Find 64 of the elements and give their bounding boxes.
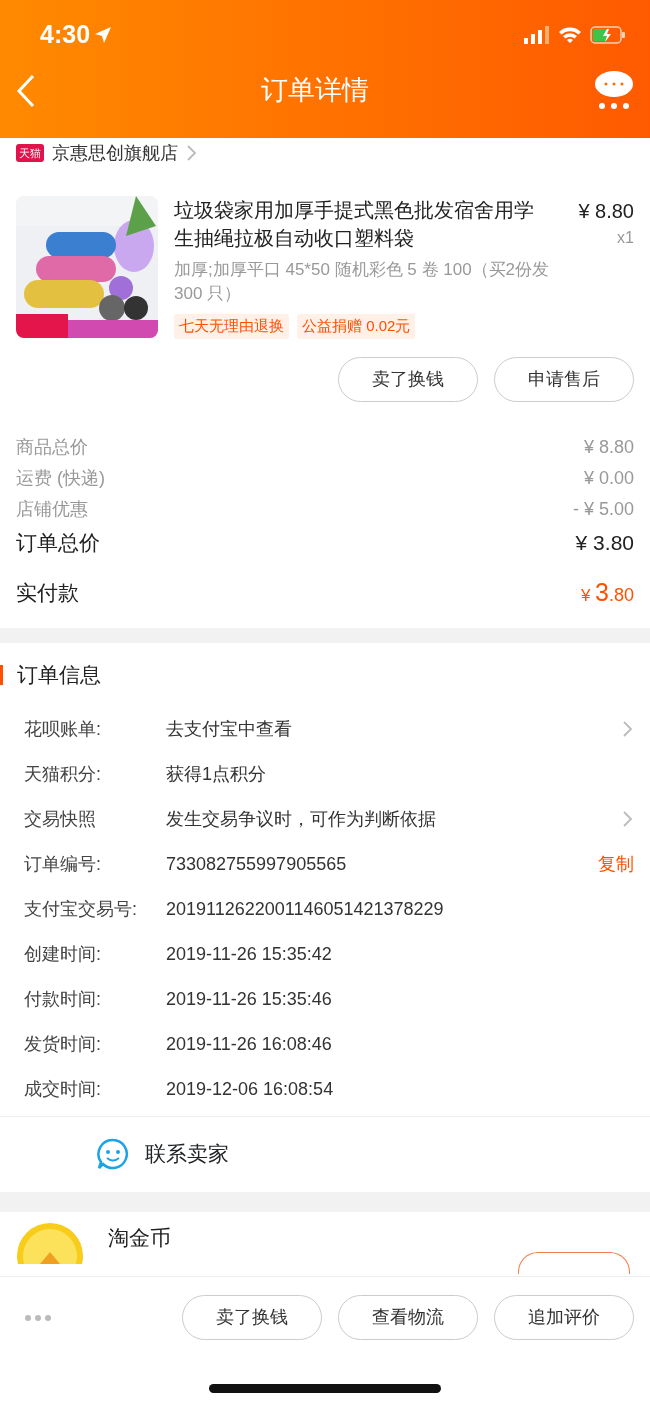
info-label: 订单编号:: [24, 852, 102, 876]
info-value: 2019112622001146051421378229: [166, 897, 445, 921]
info-link-row[interactable]: 交易快照 发生交易争议时，可作为判断依据: [16, 796, 634, 842]
product-spec: 加厚;加厚平口 45*50 随机彩色 5 卷 100（买2份发 300 只）: [174, 259, 551, 305]
info-label: 支付宝交易号:: [24, 897, 138, 921]
signal-icon: [524, 25, 550, 44]
back-icon: [16, 73, 36, 108]
summary-label: 运费 (快递): [16, 466, 105, 490]
info-value: 733082755997905565: [166, 852, 348, 876]
service-tag: 七天无理由退换: [174, 314, 289, 339]
action-button[interactable]: 卖了换钱: [338, 356, 478, 402]
action-button[interactable]: 追加评价: [494, 1295, 634, 1340]
info-link-row[interactable]: 花呗账单: 去支付宝中查看: [16, 706, 634, 752]
summary-label: 订单总价: [16, 529, 100, 556]
location-icon: [94, 25, 113, 44]
summary-label: 店铺优惠: [16, 497, 88, 521]
chevron-right-icon: [622, 810, 634, 828]
info-label: 交易快照: [24, 807, 97, 831]
section-title: 订单信息: [17, 661, 101, 688]
product-price: ¥ 8.80: [577, 199, 634, 224]
info-label: 花呗账单:: [24, 717, 102, 741]
summary-value: - ¥ 5.00: [572, 497, 634, 521]
chevron-right-icon: [622, 720, 634, 738]
summary-value: ¥ 8.80: [583, 435, 634, 459]
action-button[interactable]: 查看物流: [338, 1295, 478, 1340]
claimed-button[interactable]: [518, 1251, 630, 1274]
info-value: 获得1点积分: [166, 762, 267, 786]
coin-title: 淘金币: [108, 1224, 171, 1251]
page-title: 订单详情: [261, 74, 369, 108]
info-value: 发生交易争议时，可作为判断依据: [166, 807, 437, 831]
info-value: 2019-12-06 16:08:54: [166, 1077, 335, 1101]
info-label: 成交时间:: [24, 1077, 102, 1101]
info-value: 去支付宝中查看: [166, 717, 293, 741]
info-value: 2019-11-26 15:35:46: [166, 987, 333, 1011]
summary-value: ¥ 3.80: [575, 529, 634, 556]
chat-bubble-icon: [594, 69, 634, 112]
status-time: 4:30: [40, 19, 91, 50]
summary-value: ¥ 0.00: [583, 466, 634, 490]
paid-amount: ¥ 3.80: [580, 576, 634, 608]
more-dots-icon: [24, 1313, 52, 1322]
info-label: 付款时间:: [24, 987, 102, 1011]
product-title: 垃圾袋家用加厚手提式黑色批发宿舍用学生抽绳拉极自动收口塑料袋: [174, 198, 535, 251]
paid-label: 实付款: [16, 579, 79, 606]
back-button[interactable]: [16, 73, 36, 108]
info-value: 2019-11-26 16:08:46: [166, 1032, 333, 1056]
wifi-icon: [558, 25, 582, 44]
action-button[interactable]: 卖了换钱: [182, 1295, 322, 1340]
contact-seller-button[interactable]: 联系卖家: [0, 1132, 325, 1176]
service-tag: 公益捐赠 0.02元: [297, 314, 416, 339]
store-name: 京惠思创旗舰店: [52, 141, 178, 165]
store-row[interactable]: 天猫 京惠思创旗舰店: [0, 138, 650, 168]
more-options-button[interactable]: [24, 1313, 52, 1322]
summary-label: 商品总价: [16, 435, 88, 459]
action-button[interactable]: 申请售后: [494, 356, 634, 402]
smiley-chat-icon: [96, 1138, 129, 1170]
store-badge: 天猫: [16, 143, 44, 163]
chevron-right-icon: [186, 144, 198, 162]
more-button[interactable]: [594, 69, 634, 112]
info-label: 发货时间:: [24, 1032, 102, 1056]
info-label: 天猫积分:: [24, 762, 102, 786]
quantity: x1: [616, 228, 634, 248]
info-label: 创建时间:: [24, 942, 102, 966]
info-value: 2019-11-26 15:35:42: [166, 942, 333, 966]
battery-icon: [590, 25, 626, 44]
